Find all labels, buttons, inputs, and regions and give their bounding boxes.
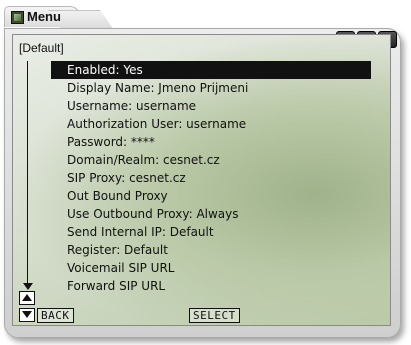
menu-item-voicemail-sip-url[interactable]: Voicemail SIP URL (51, 259, 371, 277)
scroll-up-icon[interactable] (19, 291, 35, 305)
profile-label: [Default] (19, 41, 64, 55)
window-title: Menu (27, 9, 61, 24)
menu-list: Enabled: Yes Display Name: Jmeno Prijmen… (51, 61, 371, 295)
menu-item-username[interactable]: Username: username (51, 97, 371, 115)
app-icon (11, 11, 24, 24)
scroll-down-indicator-icon (23, 283, 33, 290)
menu-item-enabled[interactable]: Enabled: Yes (51, 61, 371, 79)
menu-item-sip-proxy[interactable]: SIP Proxy: cesnet.cz (51, 169, 371, 187)
menu-item-domain-realm[interactable]: Domain/Realm: cesnet.cz (51, 151, 371, 169)
phone-screen: [Default] Enabled: Yes Display Name: Jme… (12, 34, 391, 326)
menu-item-password[interactable]: Password: **** (51, 133, 371, 151)
select-softkey[interactable]: SELECT (189, 308, 240, 323)
scroll-down-icon[interactable] (19, 308, 35, 322)
menu-item-forward-sip-url[interactable]: Forward SIP URL (51, 277, 371, 295)
menu-item-send-internal-ip[interactable]: Send Internal IP: Default (51, 223, 371, 241)
menu-item-register[interactable]: Register: Default (51, 241, 371, 259)
menu-item-use-outbound-proxy[interactable]: Use Outbound Proxy: Always (51, 205, 371, 223)
menu-item-authorization-user[interactable]: Authorization User: username (51, 115, 371, 133)
menu-item-outbound-proxy[interactable]: Out Bound Proxy (51, 187, 371, 205)
menu-item-display-name[interactable]: Display Name: Jmeno Prijmeni (51, 79, 371, 97)
back-softkey[interactable]: BACK (37, 308, 74, 323)
scroll-indicator (27, 61, 28, 287)
